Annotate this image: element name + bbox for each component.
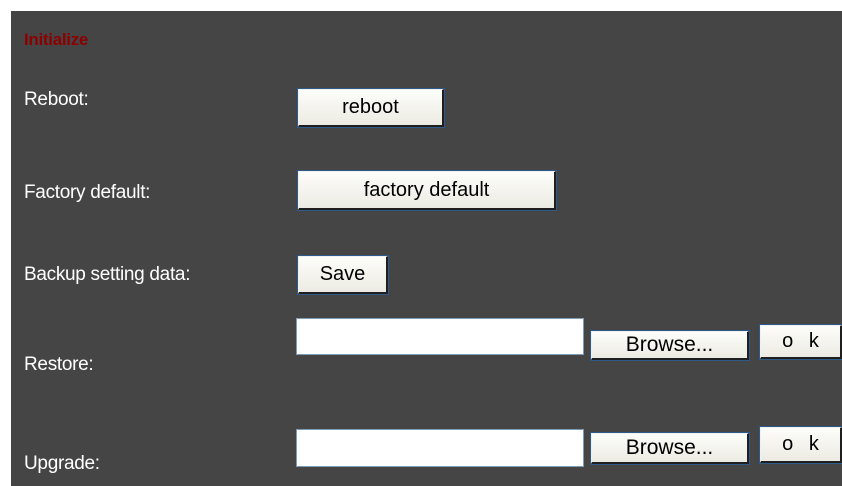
restore-browse-button[interactable]: Browse... xyxy=(590,330,750,361)
reboot-button[interactable]: reboot xyxy=(297,88,445,128)
upgrade-browse-button[interactable]: Browse... xyxy=(590,432,750,465)
restore-label: Restore: xyxy=(24,354,94,375)
factory-default-label: Factory default: xyxy=(24,182,151,203)
restore-file-input[interactable] xyxy=(296,318,584,355)
upgrade-label: Upgrade: xyxy=(24,453,100,474)
backup-label: Backup setting data: xyxy=(24,264,191,285)
upgrade-file-input[interactable] xyxy=(296,429,584,467)
initialize-panel: Initialize Reboot: reboot Factory defaul… xyxy=(11,11,842,486)
upgrade-ok-button[interactable]: o k xyxy=(759,426,842,464)
section-title: Initialize xyxy=(24,30,89,49)
reboot-label: Reboot: xyxy=(24,89,89,110)
restore-ok-button[interactable]: o k xyxy=(759,324,842,360)
save-button[interactable]: Save xyxy=(297,255,389,295)
factory-default-button[interactable]: factory default xyxy=(297,170,557,211)
